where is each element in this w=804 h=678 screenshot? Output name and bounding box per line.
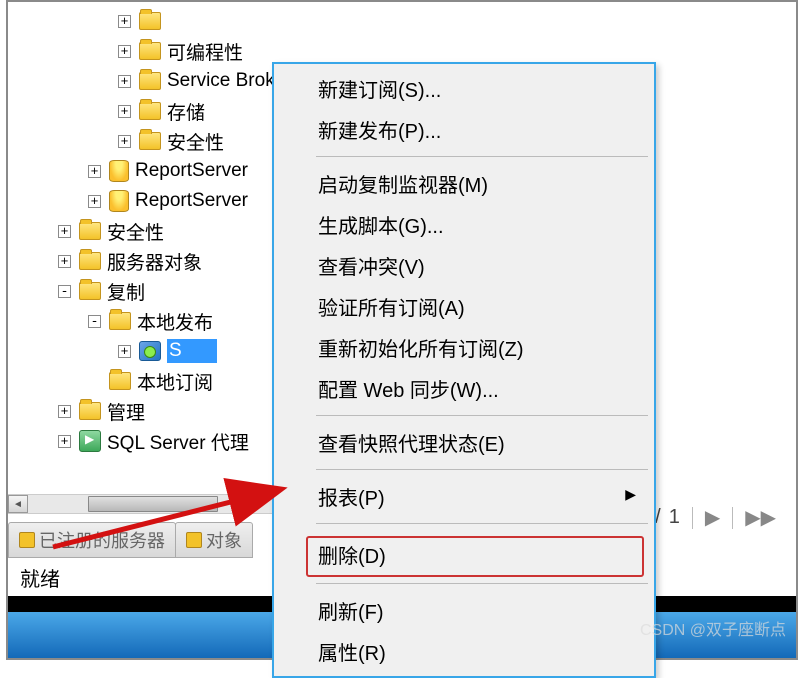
scroll-left-button[interactable]: ◄ [8,495,28,513]
submenu-arrow-icon: ▶ [625,486,636,503]
menu-item-label: 报表(P) [318,488,385,510]
folder-icon [109,312,131,330]
expander-icon[interactable]: + [58,225,71,238]
folder-icon [109,372,131,390]
menu-item[interactable]: 新建订阅(S)... [276,68,652,109]
menu-item-label: 删除(D) [318,546,386,568]
panel-tabs: 已注册的服务器 对象 [8,522,252,558]
menu-item-label: 新建订阅(S)... [318,80,441,102]
menu-item[interactable]: 删除(D) [276,530,652,577]
tab-label: 已注册的服务器 [39,527,165,553]
folder-icon [139,72,161,90]
agent-icon [79,430,101,452]
tree-node-label: 服务器对象 [107,248,202,275]
tree-node-label: 存储 [167,98,205,125]
expander-icon[interactable]: + [118,135,131,148]
watermark: CSDN @双子座断点 [640,616,786,640]
menu-item[interactable]: 查看快照代理状态(E) [276,422,652,463]
scroll-thumb[interactable] [88,496,218,512]
menu-item-label: 属性(R) [318,643,386,665]
folder-icon [79,252,101,270]
tree-node-label: ReportServer [135,190,248,212]
menu-separator [316,415,648,416]
db-icon [109,160,129,182]
tree-node-label: 安全性 [167,128,224,155]
menu-item[interactable]: 报表(P) ▶ [276,476,652,517]
expander-icon[interactable]: + [88,165,101,178]
tree-node-label: 可编程性 [167,38,243,65]
folder-icon [139,42,161,60]
expander-icon[interactable]: - [88,315,101,328]
expander-icon[interactable]: + [58,405,71,418]
db-icon [109,190,129,212]
expander-icon[interactable]: + [118,15,131,28]
menu-item-label: 生成脚本(G)... [318,216,444,238]
menu-item-label: 查看冲突(V) [318,257,425,279]
expander-icon[interactable]: + [58,435,71,448]
expander-icon[interactable]: + [118,345,131,358]
menu-item[interactable]: 配置 Web 同步(W)... [276,368,652,409]
folder-icon [139,12,161,30]
tree-node-label: S [167,339,217,363]
pager-next-icon[interactable]: ▶ [705,505,720,530]
menu-item-label: 新建发布(P)... [318,121,441,143]
menu-item[interactable]: 启动复制监视器(M) [276,163,652,204]
menu-item[interactable]: 重新初始化所有订阅(Z) [276,327,652,368]
tree-node-label: 管理 [107,398,145,425]
tree-node[interactable]: + [8,6,468,36]
tree-node-label: 本地订阅 [137,368,213,395]
panel-tab[interactable]: 已注册的服务器 [8,522,176,558]
context-menu: 新建订阅(S)... 新建发布(P)... 启动复制监视器(M) 生成脚本(G)...… [272,62,656,678]
menu-item[interactable]: 刷新(F) [276,590,652,631]
tab-icon [19,532,35,548]
expander-icon[interactable]: + [118,105,131,118]
pager-last-icon[interactable]: ▶▶ [745,505,776,530]
tree-node-label: SQL Server 代理 [107,428,249,455]
expander-icon[interactable]: + [118,75,131,88]
tab-icon [186,532,202,548]
expander-icon[interactable]: - [58,285,71,298]
menu-item-label: 验证所有订阅(A) [318,298,465,320]
pub-icon [139,341,161,361]
menu-item-label: 配置 Web 同步(W)... [318,380,499,402]
pager-current: 1 [669,506,680,529]
folder-icon [79,402,101,420]
expander-icon[interactable]: + [118,45,131,58]
folder-icon [139,102,161,120]
menu-item-label: 刷新(F) [318,602,384,624]
status-ready: 就绪 [20,563,60,592]
menu-item[interactable]: 验证所有订阅(A) [276,286,652,327]
menu-separator [316,523,648,524]
tree-node-label: 本地发布 [137,308,213,335]
menu-item-label: 查看快照代理状态(E) [318,434,505,456]
menu-item[interactable]: 生成脚本(G)... [276,204,652,245]
tree-node-label: 复制 [107,278,145,305]
tree-node-label: 安全性 [107,218,164,245]
panel-tab[interactable]: 对象 [175,522,253,558]
menu-item-label: 重新初始化所有订阅(Z) [318,339,524,361]
folder-icon [139,132,161,150]
tab-label: 对象 [206,527,242,553]
folder-icon [79,282,101,300]
menu-separator [316,156,648,157]
tree-node-label: ReportServer [135,160,248,182]
expander-icon[interactable]: + [88,195,101,208]
menu-separator [316,469,648,470]
folder-icon [79,222,101,240]
menu-item[interactable]: 新建发布(P)... [276,109,652,150]
menu-item-label: 启动复制监视器(M) [318,175,488,197]
menu-item[interactable]: 查看冲突(V) [276,245,652,286]
expander-icon[interactable]: + [58,255,71,268]
menu-separator [316,583,648,584]
